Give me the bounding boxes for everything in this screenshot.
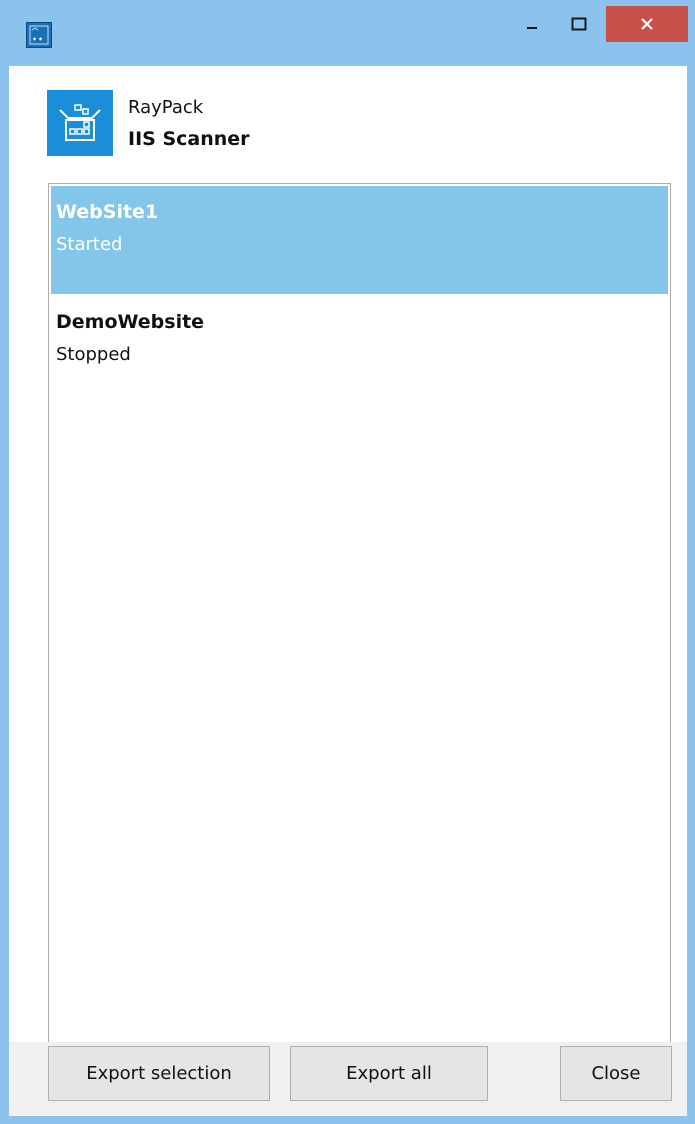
website-list[interactable]: WebSite1 Started DemoWebsite Stopped (48, 183, 671, 1071)
maximize-button[interactable] (559, 6, 599, 42)
website-name: WebSite1 (56, 201, 159, 223)
tool-name: IIS Scanner (128, 128, 250, 150)
close-button[interactable]: Close (560, 1046, 672, 1101)
export-selection-button[interactable]: Export selection (48, 1046, 270, 1101)
website-status: Started (56, 234, 123, 255)
iis-server-icon (47, 90, 113, 156)
window: RayPack IIS Scanner WebSite1 Started Dem… (0, 0, 695, 1124)
product-name: RayPack (128, 97, 204, 118)
title-bar[interactable] (0, 0, 695, 66)
export-all-button[interactable]: Export all (290, 1046, 488, 1101)
website-name: DemoWebsite (56, 311, 205, 333)
minimize-icon (527, 27, 537, 29)
maximize-icon (571, 17, 587, 31)
website-status: Stopped (56, 344, 131, 365)
close-window-button[interactable] (606, 6, 688, 42)
close-icon (641, 18, 653, 30)
list-item-demowebsite[interactable]: DemoWebsite Stopped (51, 296, 668, 404)
dialog-body: RayPack IIS Scanner WebSite1 Started Dem… (9, 66, 687, 1116)
list-item-website1[interactable]: WebSite1 Started (51, 186, 668, 294)
app-icon[interactable] (26, 22, 52, 48)
minimize-button[interactable] (512, 6, 552, 42)
